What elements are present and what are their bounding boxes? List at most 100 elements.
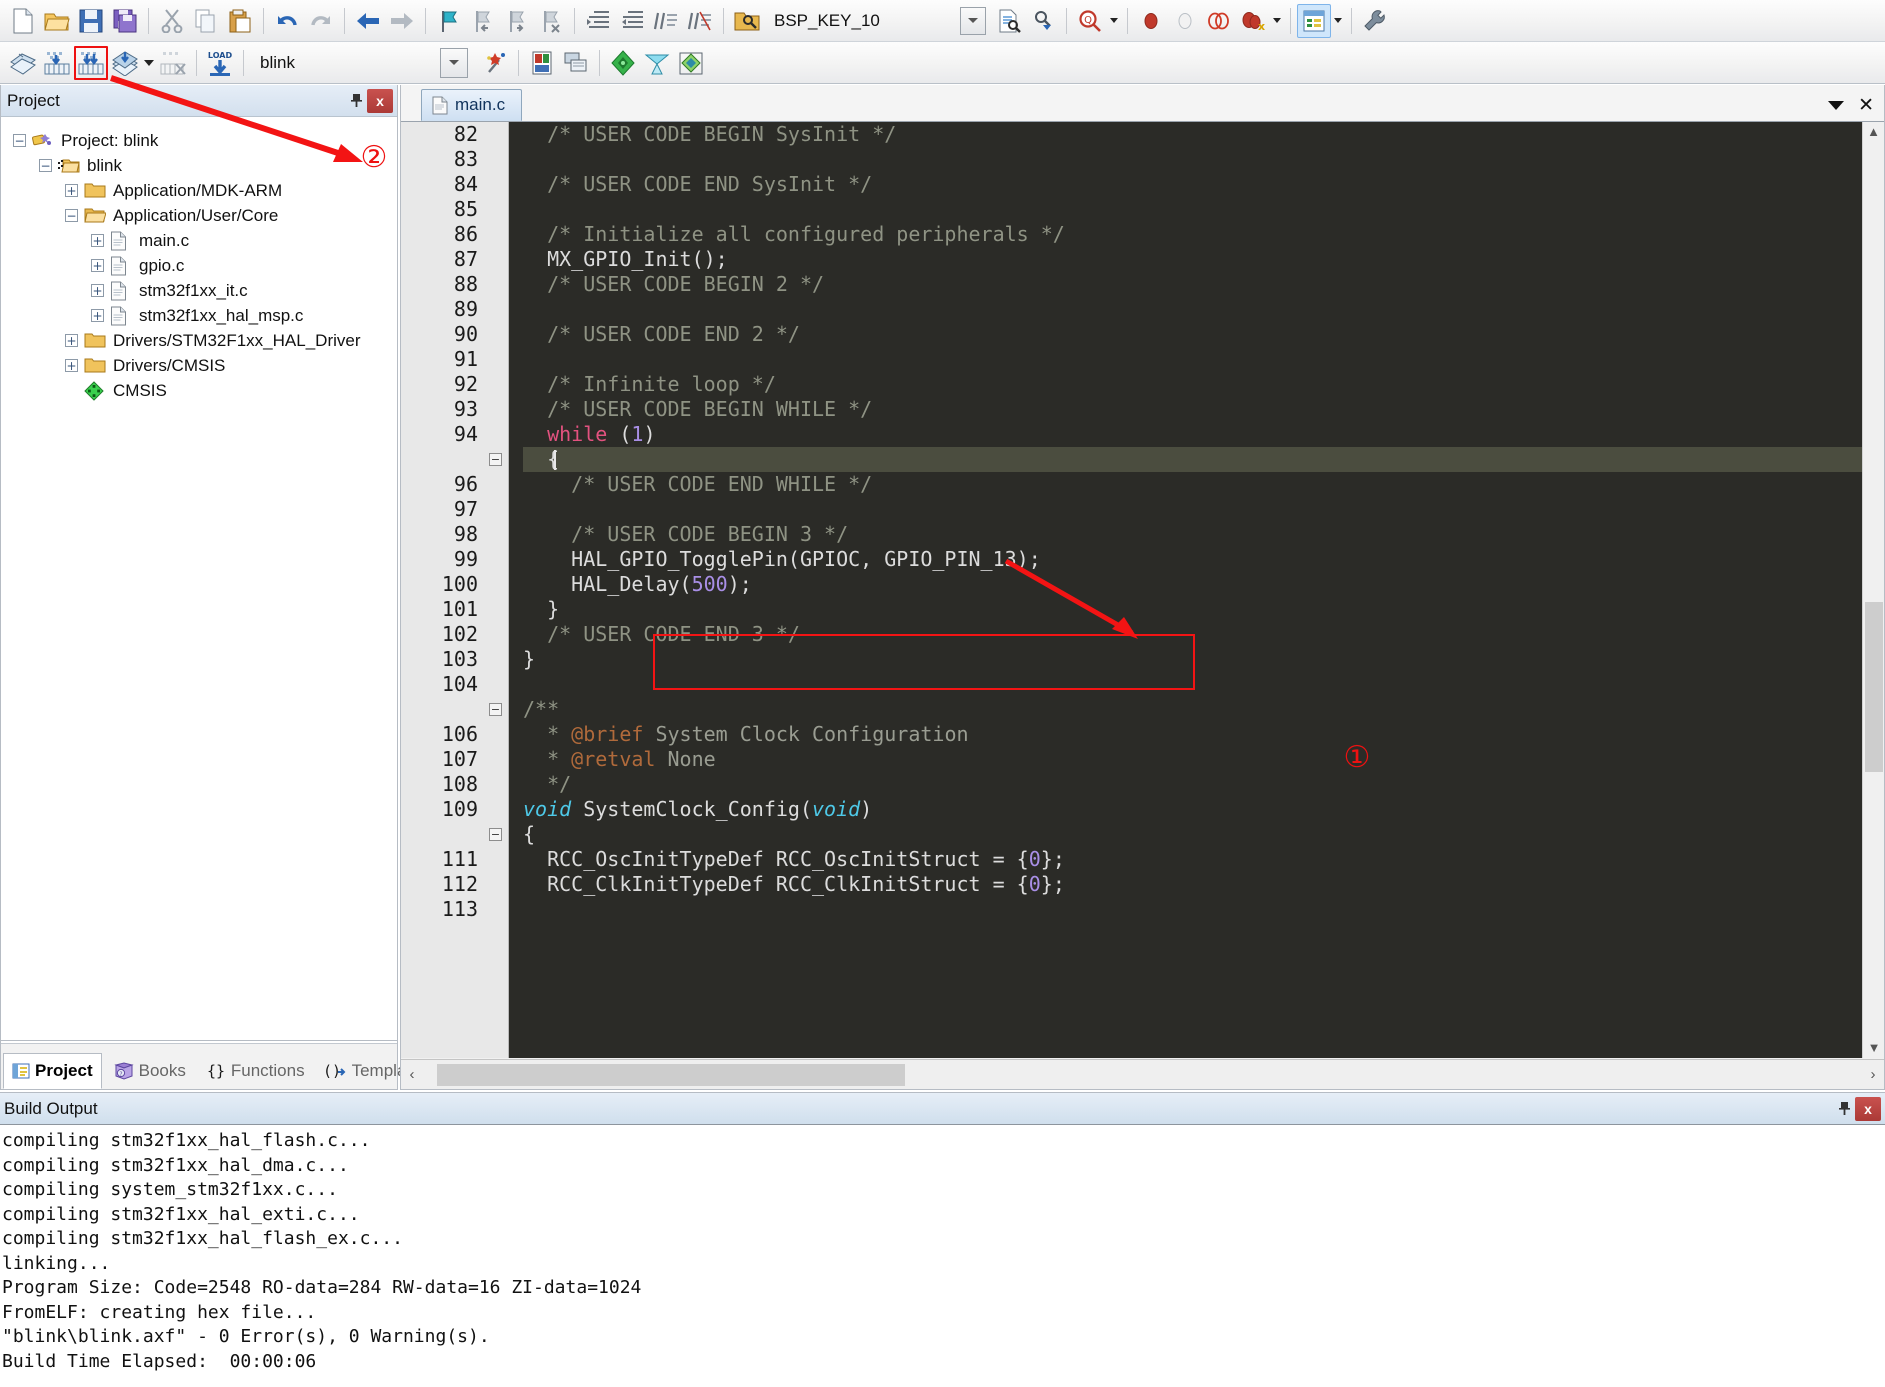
bookmark-next-icon[interactable] bbox=[500, 4, 534, 38]
editor-horizontal-scrollbar[interactable]: ‹ › bbox=[401, 1059, 1884, 1089]
expand-icon[interactable]: + bbox=[91, 309, 104, 322]
collapse-icon[interactable]: − bbox=[65, 209, 78, 222]
save-all-icon[interactable] bbox=[108, 4, 142, 38]
breakpoint-enable-icon[interactable] bbox=[1168, 4, 1202, 38]
open-file-icon[interactable] bbox=[40, 4, 74, 38]
expand-icon[interactable]: + bbox=[91, 259, 104, 272]
code-line[interactable]: HAL_Delay(500); bbox=[523, 572, 1884, 597]
code-line[interactable]: MX_GPIO_Init(); bbox=[523, 247, 1884, 272]
code-line[interactable] bbox=[523, 147, 1884, 172]
tree-item-blink[interactable]: − blink bbox=[1, 153, 397, 178]
redo-icon[interactable] bbox=[304, 4, 338, 38]
breakpoints-dropdown-arrow[interactable] bbox=[1270, 6, 1284, 36]
build-icon[interactable] bbox=[40, 46, 74, 80]
vertical-scroll-thumb[interactable] bbox=[1865, 602, 1883, 772]
manage-windows-icon[interactable] bbox=[1296, 3, 1331, 38]
code-editor[interactable]: 82 83 84 85 86 87 88 89 90 91 92 93 94−96 97 98 99 100 10… bbox=[401, 122, 1884, 1058]
code-line[interactable]: /** bbox=[523, 697, 1884, 722]
multi-project-icon[interactable] bbox=[640, 46, 674, 80]
code-line[interactable]: /* Initialize all configured peripherals… bbox=[523, 222, 1884, 247]
expand-icon[interactable]: + bbox=[65, 359, 78, 372]
navigate-back-icon[interactable] bbox=[351, 4, 385, 38]
code-line[interactable]: * @brief System Clock Configuration bbox=[523, 722, 1884, 747]
manage-components-icon[interactable] bbox=[559, 46, 593, 80]
project-tree[interactable]: − Project: blink − blink + Application/MDK-AR… bbox=[1, 118, 397, 1041]
paste-icon[interactable] bbox=[223, 4, 257, 38]
comment-icon[interactable] bbox=[649, 4, 683, 38]
batch-build-dropdown-arrow[interactable] bbox=[142, 48, 156, 78]
editor-vertical-scrollbar[interactable]: ▲ ▼ bbox=[1862, 122, 1884, 1058]
tree-item-drivers-stm32f1xx-hal-driver[interactable]: + Drivers/STM32F1xx_HAL_Driver bbox=[1, 328, 397, 353]
magnifier-dropdown-icon[interactable]: Q bbox=[1073, 4, 1107, 38]
target-options-icon[interactable] bbox=[478, 46, 512, 80]
close-tab-icon[interactable]: ✕ bbox=[1858, 96, 1874, 115]
code-line[interactable]: { bbox=[523, 822, 1884, 847]
tree-item-application-user-core[interactable]: − Application/User/Core bbox=[1, 203, 397, 228]
code-line[interactable] bbox=[523, 497, 1884, 522]
code-line[interactable]: /* USER CODE END 3 */ bbox=[523, 622, 1884, 647]
manage-windows-dropdown-arrow[interactable] bbox=[1331, 6, 1345, 36]
expand-icon[interactable]: + bbox=[65, 184, 78, 197]
code-line[interactable]: */ bbox=[523, 772, 1884, 797]
panel-tab-project[interactable]: Project bbox=[3, 1053, 102, 1089]
project-components-icon[interactable] bbox=[674, 46, 708, 80]
pin-icon[interactable] bbox=[1833, 1098, 1855, 1120]
undo-icon[interactable] bbox=[270, 4, 304, 38]
tree-item-cmsis[interactable]: CMSIS bbox=[1, 378, 397, 403]
indent-decrease-icon[interactable] bbox=[615, 4, 649, 38]
code-line[interactable] bbox=[523, 347, 1884, 372]
scroll-right-arrow[interactable]: › bbox=[1862, 1066, 1884, 1083]
code-line[interactable]: while (1) bbox=[523, 422, 1884, 447]
magnifier-dropdown-arrow[interactable] bbox=[1107, 6, 1121, 36]
hscroll-track[interactable] bbox=[423, 1063, 1862, 1086]
expand-icon[interactable]: + bbox=[91, 284, 104, 297]
panel-tab-books[interactable]: ? Books bbox=[106, 1053, 194, 1089]
bookmark-clear-icon[interactable] bbox=[534, 4, 568, 38]
code-line[interactable]: /* USER CODE END SysInit */ bbox=[523, 172, 1884, 197]
copy-icon[interactable] bbox=[189, 4, 223, 38]
code-line[interactable]: } bbox=[523, 597, 1884, 622]
fold-collapse-icon[interactable]: − bbox=[489, 828, 502, 841]
code-line[interactable] bbox=[523, 297, 1884, 322]
code-line[interactable] bbox=[523, 897, 1884, 922]
bookmark-toggle-icon[interactable] bbox=[432, 4, 466, 38]
close-icon[interactable]: x bbox=[1855, 1096, 1881, 1121]
download-icon[interactable]: LOAD bbox=[203, 46, 237, 80]
incremental-find-icon[interactable] bbox=[1026, 4, 1060, 38]
panel-tab-functions[interactable]: {} Functions bbox=[198, 1053, 313, 1089]
uncomment-icon[interactable] bbox=[683, 4, 717, 38]
fold-collapse-icon[interactable]: − bbox=[489, 453, 502, 466]
tree-item-gpio-c[interactable]: + gpio.c bbox=[1, 253, 397, 278]
horizontal-scroll-thumb[interactable] bbox=[437, 1063, 905, 1086]
tree-item-stm32f1xx-hal-msp-c[interactable]: + stm32f1xx_hal_msp.c bbox=[1, 303, 397, 328]
search-input[interactable]: BSP_KEY_10 bbox=[764, 11, 890, 31]
bookmark-prev-icon[interactable] bbox=[466, 4, 500, 38]
expand-icon[interactable]: + bbox=[91, 234, 104, 247]
tree-item-stm32f1xx-it-c[interactable]: + stm32f1xx_it.c bbox=[1, 278, 397, 303]
code-line[interactable]: /* Infinite loop */ bbox=[523, 372, 1884, 397]
breakpoint-disable-all-icon[interactable] bbox=[1202, 4, 1236, 38]
code-line[interactable]: { bbox=[523, 447, 1884, 472]
breakpoint-insert-icon[interactable] bbox=[1134, 4, 1168, 38]
find-in-files-icon[interactable] bbox=[730, 4, 764, 38]
stop-build-icon[interactable] bbox=[156, 46, 190, 80]
rebuild-icon[interactable] bbox=[74, 45, 108, 80]
expand-icon[interactable]: + bbox=[65, 334, 78, 347]
new-file-icon[interactable] bbox=[6, 4, 40, 38]
collapse-icon[interactable]: − bbox=[13, 134, 26, 147]
code-line[interactable]: /* USER CODE BEGIN SysInit */ bbox=[523, 122, 1884, 147]
tree-item-application-mdk-arm[interactable]: + Application/MDK-ARM bbox=[1, 178, 397, 203]
target-dropdown[interactable] bbox=[440, 47, 468, 78]
tab-list-dropdown-icon[interactable] bbox=[1828, 100, 1845, 110]
scroll-down-arrow[interactable]: ▼ bbox=[1863, 1038, 1885, 1058]
code-line[interactable]: void SystemClock_Config(void) bbox=[523, 797, 1884, 822]
manage-project-items-icon[interactable] bbox=[525, 46, 559, 80]
code-line[interactable]: RCC_OscInitTypeDef RCC_OscInitStruct = {… bbox=[523, 847, 1884, 872]
code-line[interactable]: } bbox=[523, 647, 1884, 672]
search-history-dropdown[interactable] bbox=[959, 6, 986, 35]
scroll-up-arrow[interactable]: ▲ bbox=[1863, 122, 1884, 142]
save-icon[interactable] bbox=[74, 4, 108, 38]
code-text[interactable]: /* USER CODE BEGIN SysInit */ /* USER CO… bbox=[509, 122, 1884, 1058]
close-icon[interactable]: x bbox=[367, 88, 393, 113]
indent-increase-icon[interactable] bbox=[581, 4, 615, 38]
